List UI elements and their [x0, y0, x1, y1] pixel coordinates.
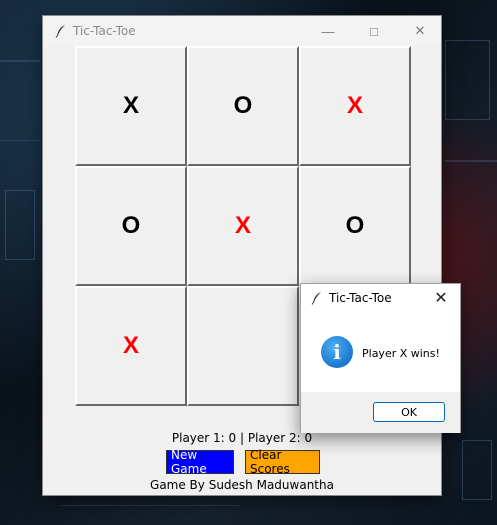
window-titlebar[interactable]: Tic-Tac-Toe — □ ✕ [43, 16, 441, 46]
bg-decoration [0, 140, 40, 141]
feather-icon [311, 292, 321, 305]
dialog-body: i Player X wins! [301, 312, 460, 392]
dialog-title: Tic-Tac-Toe [329, 291, 392, 305]
bg-decoration [462, 440, 492, 500]
board-cell-7[interactable]: X [75, 286, 187, 406]
dialog-footer: OK [301, 392, 460, 433]
minimize-button[interactable]: — [305, 16, 351, 46]
feather-icon [55, 25, 65, 38]
clear-scores-button[interactable]: Clear Scores [245, 448, 320, 476]
bg-decoration [0, 60, 40, 62]
close-button[interactable]: ✕ [397, 16, 443, 46]
maximize-button[interactable]: □ [351, 16, 397, 46]
dialog-titlebar[interactable]: Tic-Tac-Toe ✕ [301, 284, 460, 312]
board-cell-8[interactable] [187, 286, 299, 406]
bg-decoration [445, 160, 497, 162]
bg-decoration [60, 505, 240, 506]
board-cell-6[interactable]: O [299, 166, 411, 286]
board-cell-4[interactable]: O [75, 166, 187, 286]
button-row: New Game Clear Scores [166, 448, 320, 476]
board-cell-3[interactable]: X [299, 46, 411, 166]
bg-decoration [445, 40, 490, 120]
new-game-button[interactable]: New Game [166, 448, 234, 476]
credit-label: Game By Sudesh Maduwantha [150, 478, 334, 492]
board-cell-2[interactable]: O [187, 46, 299, 166]
info-icon: i [321, 336, 353, 368]
message-dialog: Tic-Tac-Toe ✕ i Player X wins! OK [300, 283, 461, 433]
ok-button[interactable]: OK [373, 402, 445, 422]
dialog-close-button[interactable]: ✕ [428, 286, 454, 310]
dialog-message: Player X wins! [362, 347, 440, 360]
board-cell-1[interactable]: X [75, 46, 187, 166]
score-label: Player 1: 0 | Player 2: 0 [171, 431, 313, 445]
board-cell-5[interactable]: X [187, 166, 299, 286]
window-title: Tic-Tac-Toe [73, 24, 136, 38]
bg-decoration [5, 190, 35, 260]
